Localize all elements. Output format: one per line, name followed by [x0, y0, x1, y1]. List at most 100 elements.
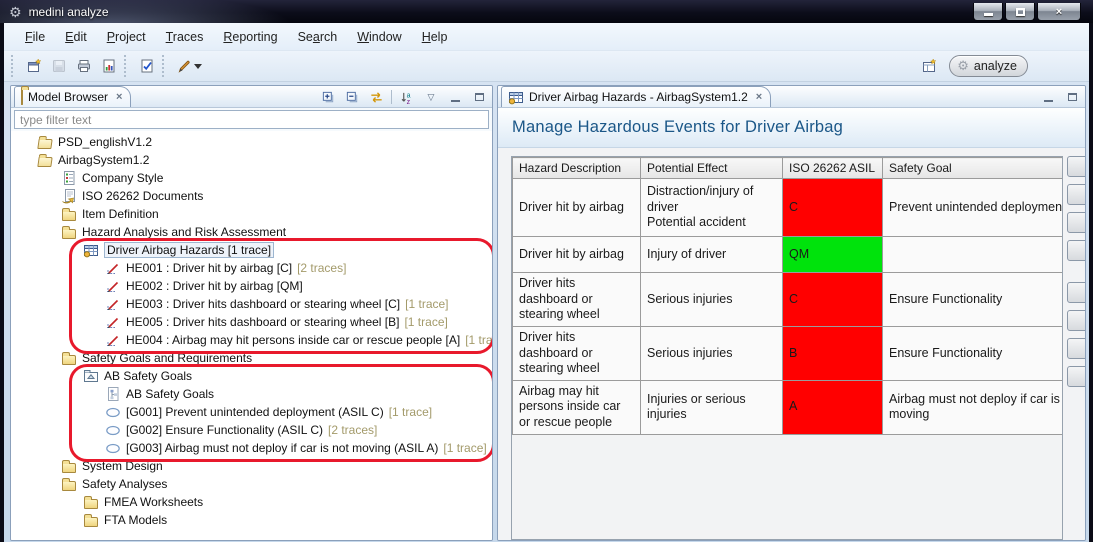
menu-search[interactable]: Search [289, 27, 347, 47]
minimize-view-button[interactable] [446, 88, 464, 106]
tree-item-ab-safety-goals-package[interactable]: AB Safety Goals [11, 367, 492, 385]
goal-cell[interactable]: Prevent unintended deployment [883, 179, 1064, 237]
tree-item-label: Item Definition [82, 207, 159, 221]
view-menu-button[interactable]: ▽ [422, 88, 440, 106]
tree-item-he002[interactable]: HE002 : Driver hit by airbag [QM] [11, 277, 492, 295]
asil-cell[interactable]: A [783, 380, 883, 434]
asil-cell[interactable]: C [783, 179, 883, 237]
hazard-cell[interactable]: Driver hits dashboard or stearing wheel [513, 273, 641, 327]
filter-input[interactable] [14, 110, 489, 129]
menu-project[interactable]: Project [98, 27, 155, 47]
tree-item-psd-project[interactable]: PSD_englishV1.2 [11, 133, 492, 151]
side-button[interactable] [1067, 240, 1086, 261]
model-browser-view: Model Browser × az ▽ PSD_englishV1.2 Air… [10, 85, 493, 541]
link-with-editor-button[interactable] [367, 88, 385, 106]
analyze-perspective-button[interactable]: ⚙ analyze [949, 55, 1028, 77]
side-button[interactable] [1067, 366, 1086, 387]
tree-item-g003[interactable]: [G003] Airbag must not deploy if car is … [11, 439, 492, 457]
goal-cell[interactable]: Ensure Functionality [883, 326, 1064, 380]
menu-traces[interactable]: Traces [157, 27, 213, 47]
asil-cell[interactable]: B [783, 326, 883, 380]
window-minimize-button[interactable] [973, 3, 1003, 21]
window-close-button[interactable]: × [1037, 3, 1081, 21]
hazard-table: Hazard Description Potential Effect ISO … [512, 157, 1063, 435]
side-button[interactable] [1067, 310, 1086, 331]
effect-cell[interactable]: Serious injuries [641, 326, 783, 380]
print-button[interactable] [71, 54, 96, 78]
open-perspective-button[interactable] [916, 54, 941, 78]
tree-item-fmea-worksheets[interactable]: FMEA Worksheets [11, 493, 492, 511]
side-button[interactable] [1067, 212, 1086, 233]
tree-item-item-definition[interactable]: Item Definition [11, 205, 492, 223]
menu-edit[interactable]: Edit [56, 27, 96, 47]
goal-cell[interactable]: Ensure Functionality [883, 273, 1064, 327]
trace-pen-button[interactable] [172, 54, 206, 78]
menu-reporting[interactable]: Reporting [214, 27, 286, 47]
side-button[interactable] [1067, 282, 1086, 303]
col-hazard-description[interactable]: Hazard Description [513, 158, 641, 179]
tree-item-safety-analyses[interactable]: Safety Analyses [11, 475, 492, 493]
validate-button[interactable] [134, 54, 159, 78]
hazard-cell[interactable]: Driver hit by airbag [513, 237, 641, 273]
effect-cell[interactable]: Distraction/injury of driver Potential a… [641, 179, 783, 237]
side-button[interactable] [1067, 184, 1086, 205]
tree-item-he004[interactable]: HE004 : Airbag may hit persons inside ca… [11, 331, 492, 349]
effect-cell[interactable]: Serious injuries [641, 273, 783, 327]
toolbar-separator [391, 90, 392, 104]
close-icon[interactable]: × [756, 91, 762, 103]
tree-item-company-style[interactable]: Company Style [11, 169, 492, 187]
trace-count: [2 traces] [297, 261, 346, 275]
tree-item-airbag-project[interactable]: AirbagSystem1.2 [11, 151, 492, 169]
expand-all-button[interactable] [319, 88, 337, 106]
col-safety-goal[interactable]: Safety Goal [883, 158, 1064, 179]
effect-cell[interactable]: Injury of driver [641, 237, 783, 273]
title-bar: ⚙ medini analyze × [0, 0, 1093, 23]
report-button[interactable] [96, 54, 121, 78]
window-maximize-button[interactable] [1005, 3, 1035, 21]
hazard-cell[interactable]: Airbag may hit persons inside car or res… [513, 380, 641, 434]
side-button[interactable] [1067, 156, 1086, 177]
tree-item-he005[interactable]: HE005 : Driver hits dashboard or stearin… [11, 313, 492, 331]
tree-item-he003[interactable]: HE003 : Driver hits dashboard or stearin… [11, 295, 492, 313]
hazard-event-icon [105, 332, 121, 348]
maximize-view-button[interactable] [1063, 88, 1081, 106]
menu-file[interactable]: File [16, 27, 54, 47]
save-button[interactable] [46, 54, 71, 78]
tree-item-g002[interactable]: [G002] Ensure Functionality (ASIL C)[2 t… [11, 421, 492, 439]
menu-help[interactable]: Help [413, 27, 457, 47]
hazard-cell[interactable]: Driver hit by airbag [513, 179, 641, 237]
goal-cell[interactable] [883, 237, 1064, 273]
asil-cell[interactable]: QM [783, 237, 883, 273]
tab-model-browser[interactable]: Model Browser × [14, 86, 131, 107]
tree-item-driver-airbag-hazards[interactable]: Driver Airbag Hazards [1 trace] [11, 241, 492, 259]
tree-item-safety-goals-requirements[interactable]: Safety Goals and Requirements [11, 349, 492, 367]
new-wizard-button[interactable] [21, 54, 46, 78]
tree-item-label: [G001] Prevent unintended deployment (AS… [126, 405, 384, 419]
col-iso-asil[interactable]: ISO 26262 ASIL [783, 158, 883, 179]
table-header-row: Hazard Description Potential Effect ISO … [513, 158, 1064, 179]
toolbar-grip [162, 55, 169, 77]
menu-window[interactable]: Window [348, 27, 410, 47]
hazard-cell[interactable]: Driver hits dashboard or stearing wheel [513, 326, 641, 380]
collapse-all-button[interactable] [343, 88, 361, 106]
app-gear-icon: ⚙ [9, 5, 22, 19]
col-potential-effect[interactable]: Potential Effect [641, 158, 783, 179]
effect-cell[interactable]: Injuries or serious injuries [641, 380, 783, 434]
close-icon[interactable]: × [116, 91, 122, 103]
maximize-view-button[interactable] [470, 88, 488, 106]
folder-icon [61, 224, 77, 240]
tree-item-he001[interactable]: HE001 : Driver hit by airbag [C][2 trace… [11, 259, 492, 277]
tree-item-g001[interactable]: [G001] Prevent unintended deployment (AS… [11, 403, 492, 421]
minimize-view-button[interactable] [1039, 88, 1057, 106]
tree-item-iso-documents[interactable]: ISO 26262 Documents [11, 187, 492, 205]
tree-item-hara[interactable]: Hazard Analysis and Risk Assessment [11, 223, 492, 241]
side-button[interactable] [1067, 338, 1086, 359]
asil-cell[interactable]: C [783, 273, 883, 327]
tree-item-ab-safety-goals-doc[interactable]: AB Safety Goals [11, 385, 492, 403]
tree-item-system-design[interactable]: System Design [11, 457, 492, 475]
sort-button[interactable]: az [398, 88, 416, 106]
tab-driver-airbag-hazards[interactable]: Driver Airbag Hazards - AirbagSystem1.2 … [501, 86, 771, 107]
tree-item-fta-models[interactable]: FTA Models [11, 511, 492, 529]
goal-cell[interactable]: Airbag must not deploy if car is not mov… [883, 380, 1064, 434]
link-editor-icon [369, 90, 384, 105]
